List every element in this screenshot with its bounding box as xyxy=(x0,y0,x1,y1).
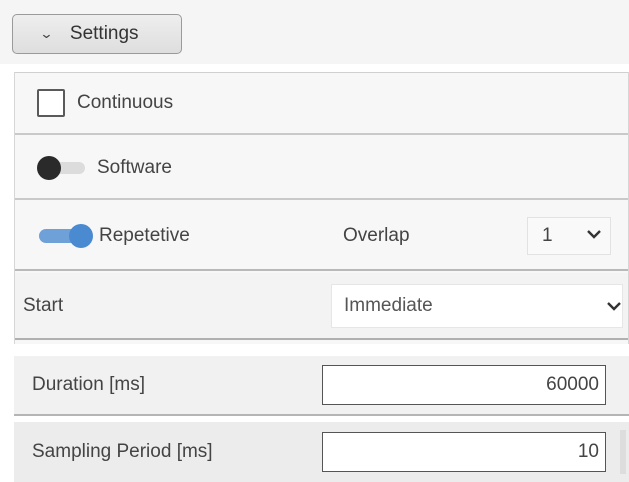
sampling-period-label: Sampling Period [ms] xyxy=(32,441,213,462)
settings-panel-root: ⌄ Settings Continuous Software Repetetiv… xyxy=(0,0,629,482)
continuous-checkbox[interactable] xyxy=(37,89,65,117)
start-label: Start xyxy=(23,294,64,316)
duration-input[interactable] xyxy=(322,365,606,405)
overlap-label: Overlap xyxy=(343,224,410,246)
acquisition-options-group: Continuous Software Repetetive Overlap 1 xyxy=(14,72,629,344)
chevron-down-icon: ⌄ xyxy=(39,26,54,41)
settings-button-label: Settings xyxy=(69,23,139,44)
duration-row: Duration [ms] xyxy=(14,356,629,416)
start-row: Start Immediate xyxy=(15,273,628,340)
start-select-value: Immediate xyxy=(344,294,433,316)
overlap-select-value: 1 xyxy=(542,224,553,246)
chevron-down-icon xyxy=(607,301,621,311)
software-toggle[interactable] xyxy=(37,155,87,180)
software-label: Software xyxy=(97,156,172,178)
software-toggle-knob xyxy=(37,155,61,180)
sampling-period-input[interactable] xyxy=(322,432,606,472)
start-select[interactable]: Immediate xyxy=(331,283,623,328)
chevron-down-icon xyxy=(587,229,601,239)
continuous-label: Continuous xyxy=(77,92,174,113)
settings-toggle-button[interactable]: ⌄ Settings xyxy=(12,14,182,54)
overlap-select[interactable]: 1 xyxy=(527,216,611,255)
continuous-row: Continuous xyxy=(15,72,628,135)
repetitive-label: Repetetive xyxy=(99,224,190,246)
repetitive-toggle[interactable] xyxy=(39,223,93,248)
sampling-period-row: Sampling Period [ms] xyxy=(14,422,629,482)
duration-label: Duration [ms] xyxy=(32,374,145,395)
repetitive-toggle-knob xyxy=(69,223,93,248)
scrollbar-edge xyxy=(620,430,626,474)
repetitive-row: Repetetive Overlap 1 xyxy=(15,202,628,271)
software-row: Software xyxy=(15,137,628,200)
settings-header: ⌄ Settings xyxy=(0,0,629,64)
